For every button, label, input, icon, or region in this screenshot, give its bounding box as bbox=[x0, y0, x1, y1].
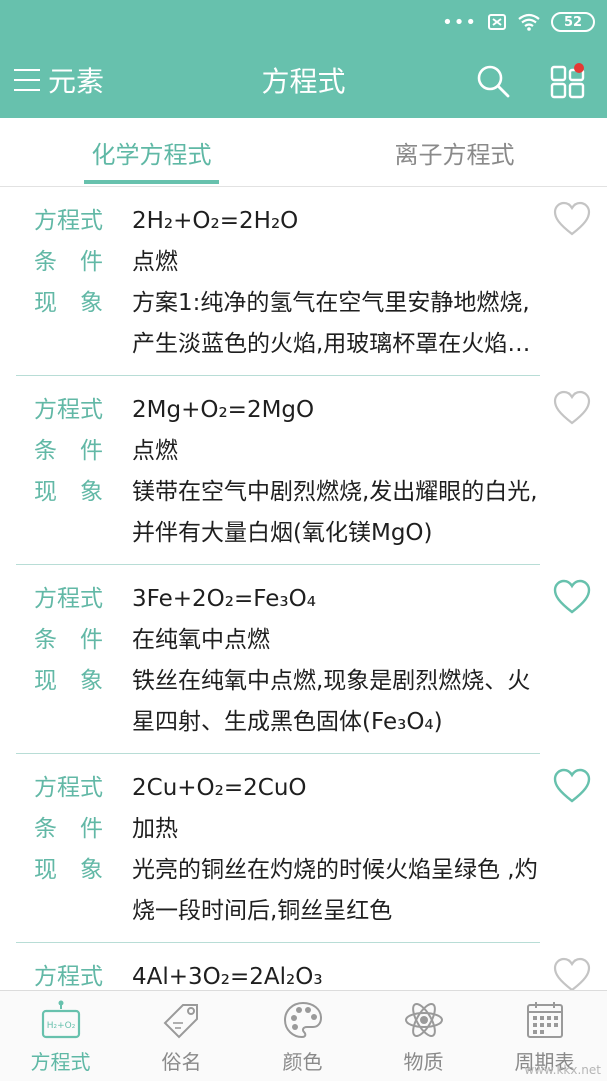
condition-value: 点燃 bbox=[132, 438, 178, 464]
condition-value: 点燃 bbox=[132, 249, 178, 275]
battery-indicator: 52 bbox=[551, 12, 595, 32]
nav-colors[interactable]: 颜色 bbox=[242, 991, 363, 1081]
list-item[interactable]: 方程式 3Fe+2O₂=Fe₃O₄ 条 件 在纯氧中点燃 现 象 铁丝在纯氧中点… bbox=[0, 565, 607, 754]
equation-label: 方程式 bbox=[34, 964, 103, 990]
watermark: www.kkx.net bbox=[524, 1063, 601, 1077]
phenomenon-label: 现 象 bbox=[34, 290, 103, 316]
list-item[interactable]: 方程式 2Mg+O₂=2MgO 条 件 点燃 现 象 镁带在空气中剧烈燃烧,发出… bbox=[0, 376, 607, 565]
tab-bar: 化学方程式 离子方程式 bbox=[0, 118, 607, 187]
status-bar: ••• 52 bbox=[442, 8, 595, 36]
list-item[interactable]: 方程式 4Al+3O₂=2Al₂O₃ bbox=[0, 943, 607, 990]
menu-button[interactable]: 元素 bbox=[14, 60, 104, 100]
tab-ionic-equations[interactable]: 离子方程式 bbox=[303, 118, 606, 186]
condition-value: 在纯氧中点燃 bbox=[132, 627, 270, 653]
condition-label: 条 件 bbox=[34, 438, 103, 464]
active-tab-indicator bbox=[84, 180, 219, 184]
condition-label: 条 件 bbox=[34, 627, 103, 653]
periodic-table-icon bbox=[527, 1002, 563, 1038]
no-sim-icon bbox=[488, 14, 506, 30]
bottom-navigation: H₂+O₂ 方程式 俗名 颜色 物质 周期表 www.kkx.net bbox=[0, 990, 607, 1081]
search-icon[interactable] bbox=[474, 62, 512, 100]
favorite-heart-icon[interactable] bbox=[553, 390, 591, 426]
equation-label: 方程式 bbox=[34, 775, 103, 801]
nav-label: 方程式 bbox=[30, 1050, 91, 1074]
app-header: ••• 52 元素 方程式 bbox=[0, 0, 607, 118]
battery-level: 52 bbox=[563, 14, 583, 30]
app-bar: 元素 方程式 bbox=[0, 44, 607, 116]
nav-label: 俗名 bbox=[161, 1050, 202, 1074]
equation-list[interactable]: 方程式 2H₂+O₂=2H₂O 条 件 点燃 现 象 方案1:纯净的氢气在空气里… bbox=[0, 187, 607, 990]
menu-label: 元素 bbox=[48, 65, 105, 98]
tab-chemical-equations[interactable]: 化学方程式 bbox=[0, 118, 303, 186]
nav-substances[interactable]: 物质 bbox=[363, 991, 484, 1081]
list-item[interactable]: 方程式 2H₂+O₂=2H₂O 条 件 点燃 现 象 方案1:纯净的氢气在空气里… bbox=[0, 187, 607, 376]
favorite-heart-icon[interactable] bbox=[553, 201, 591, 237]
favorite-heart-icon[interactable] bbox=[553, 579, 591, 615]
equation-value: 2Mg+O₂=2MgO bbox=[132, 397, 315, 423]
more-dots-icon: ••• bbox=[442, 11, 477, 33]
equation-label: 方程式 bbox=[34, 208, 103, 234]
phenomenon-value: 光亮的铜丝在灼烧的时候火焰呈绿色 ,灼烧一段时间后,铜丝呈红色 bbox=[132, 857, 538, 924]
phenomenon-label: 现 象 bbox=[34, 857, 103, 883]
equation-label: 方程式 bbox=[34, 397, 103, 423]
condition-value: 加热 bbox=[132, 816, 178, 842]
favorite-heart-icon[interactable] bbox=[553, 768, 591, 804]
palette-icon bbox=[283, 1001, 323, 1039]
grid-menu-icon[interactable] bbox=[549, 62, 587, 100]
phenomenon-value: 镁带在空气中剧烈燃烧,发出耀眼的白光,并伴有大量白烟(氧化镁MgO) bbox=[132, 479, 538, 546]
nav-label: 物质 bbox=[403, 1050, 444, 1074]
tag-icon bbox=[163, 1004, 198, 1039]
phenomenon-value: 方案1:纯净的氢气在空气里安静地燃烧,产生淡蓝色的火焰,用玻璃杯罩在火焰上方,杯… bbox=[132, 290, 531, 357]
phenomenon-label: 现 象 bbox=[34, 479, 103, 505]
list-item[interactable]: 方程式 2Cu+O₂=2CuO 条 件 加热 现 象 光亮的铜丝在灼烧的时候火焰… bbox=[0, 754, 607, 943]
equation-value: 4Al+3O₂=2Al₂O₃ bbox=[132, 964, 323, 990]
notification-dot bbox=[574, 63, 584, 73]
phenomenon-value: 铁丝在纯氧中点燃,现象是剧烈燃烧、火星四射、生成黑色固体(Fe₃O₄) bbox=[132, 668, 531, 735]
equation-value: 3Fe+2O₂=Fe₃O₄ bbox=[132, 586, 316, 612]
equation-card-text: H₂+O₂ bbox=[47, 1021, 76, 1031]
condition-label: 条 件 bbox=[34, 249, 103, 275]
nav-label: 颜色 bbox=[282, 1050, 323, 1074]
equation-value: 2Cu+O₂=2CuO bbox=[132, 775, 307, 801]
hamburger-icon bbox=[14, 69, 40, 91]
wifi-icon bbox=[518, 13, 540, 31]
favorite-heart-icon[interactable] bbox=[553, 957, 591, 990]
nav-equations[interactable]: H₂+O₂ 方程式 bbox=[0, 991, 121, 1081]
atom-icon bbox=[405, 1003, 443, 1037]
condition-label: 条 件 bbox=[34, 816, 103, 842]
nav-common-names[interactable]: 俗名 bbox=[121, 991, 242, 1081]
equation-label: 方程式 bbox=[34, 586, 103, 612]
equation-value: 2H₂+O₂=2H₂O bbox=[132, 208, 299, 234]
equation-card-icon: H₂+O₂ bbox=[41, 1000, 81, 1039]
phenomenon-label: 现 象 bbox=[34, 668, 103, 694]
